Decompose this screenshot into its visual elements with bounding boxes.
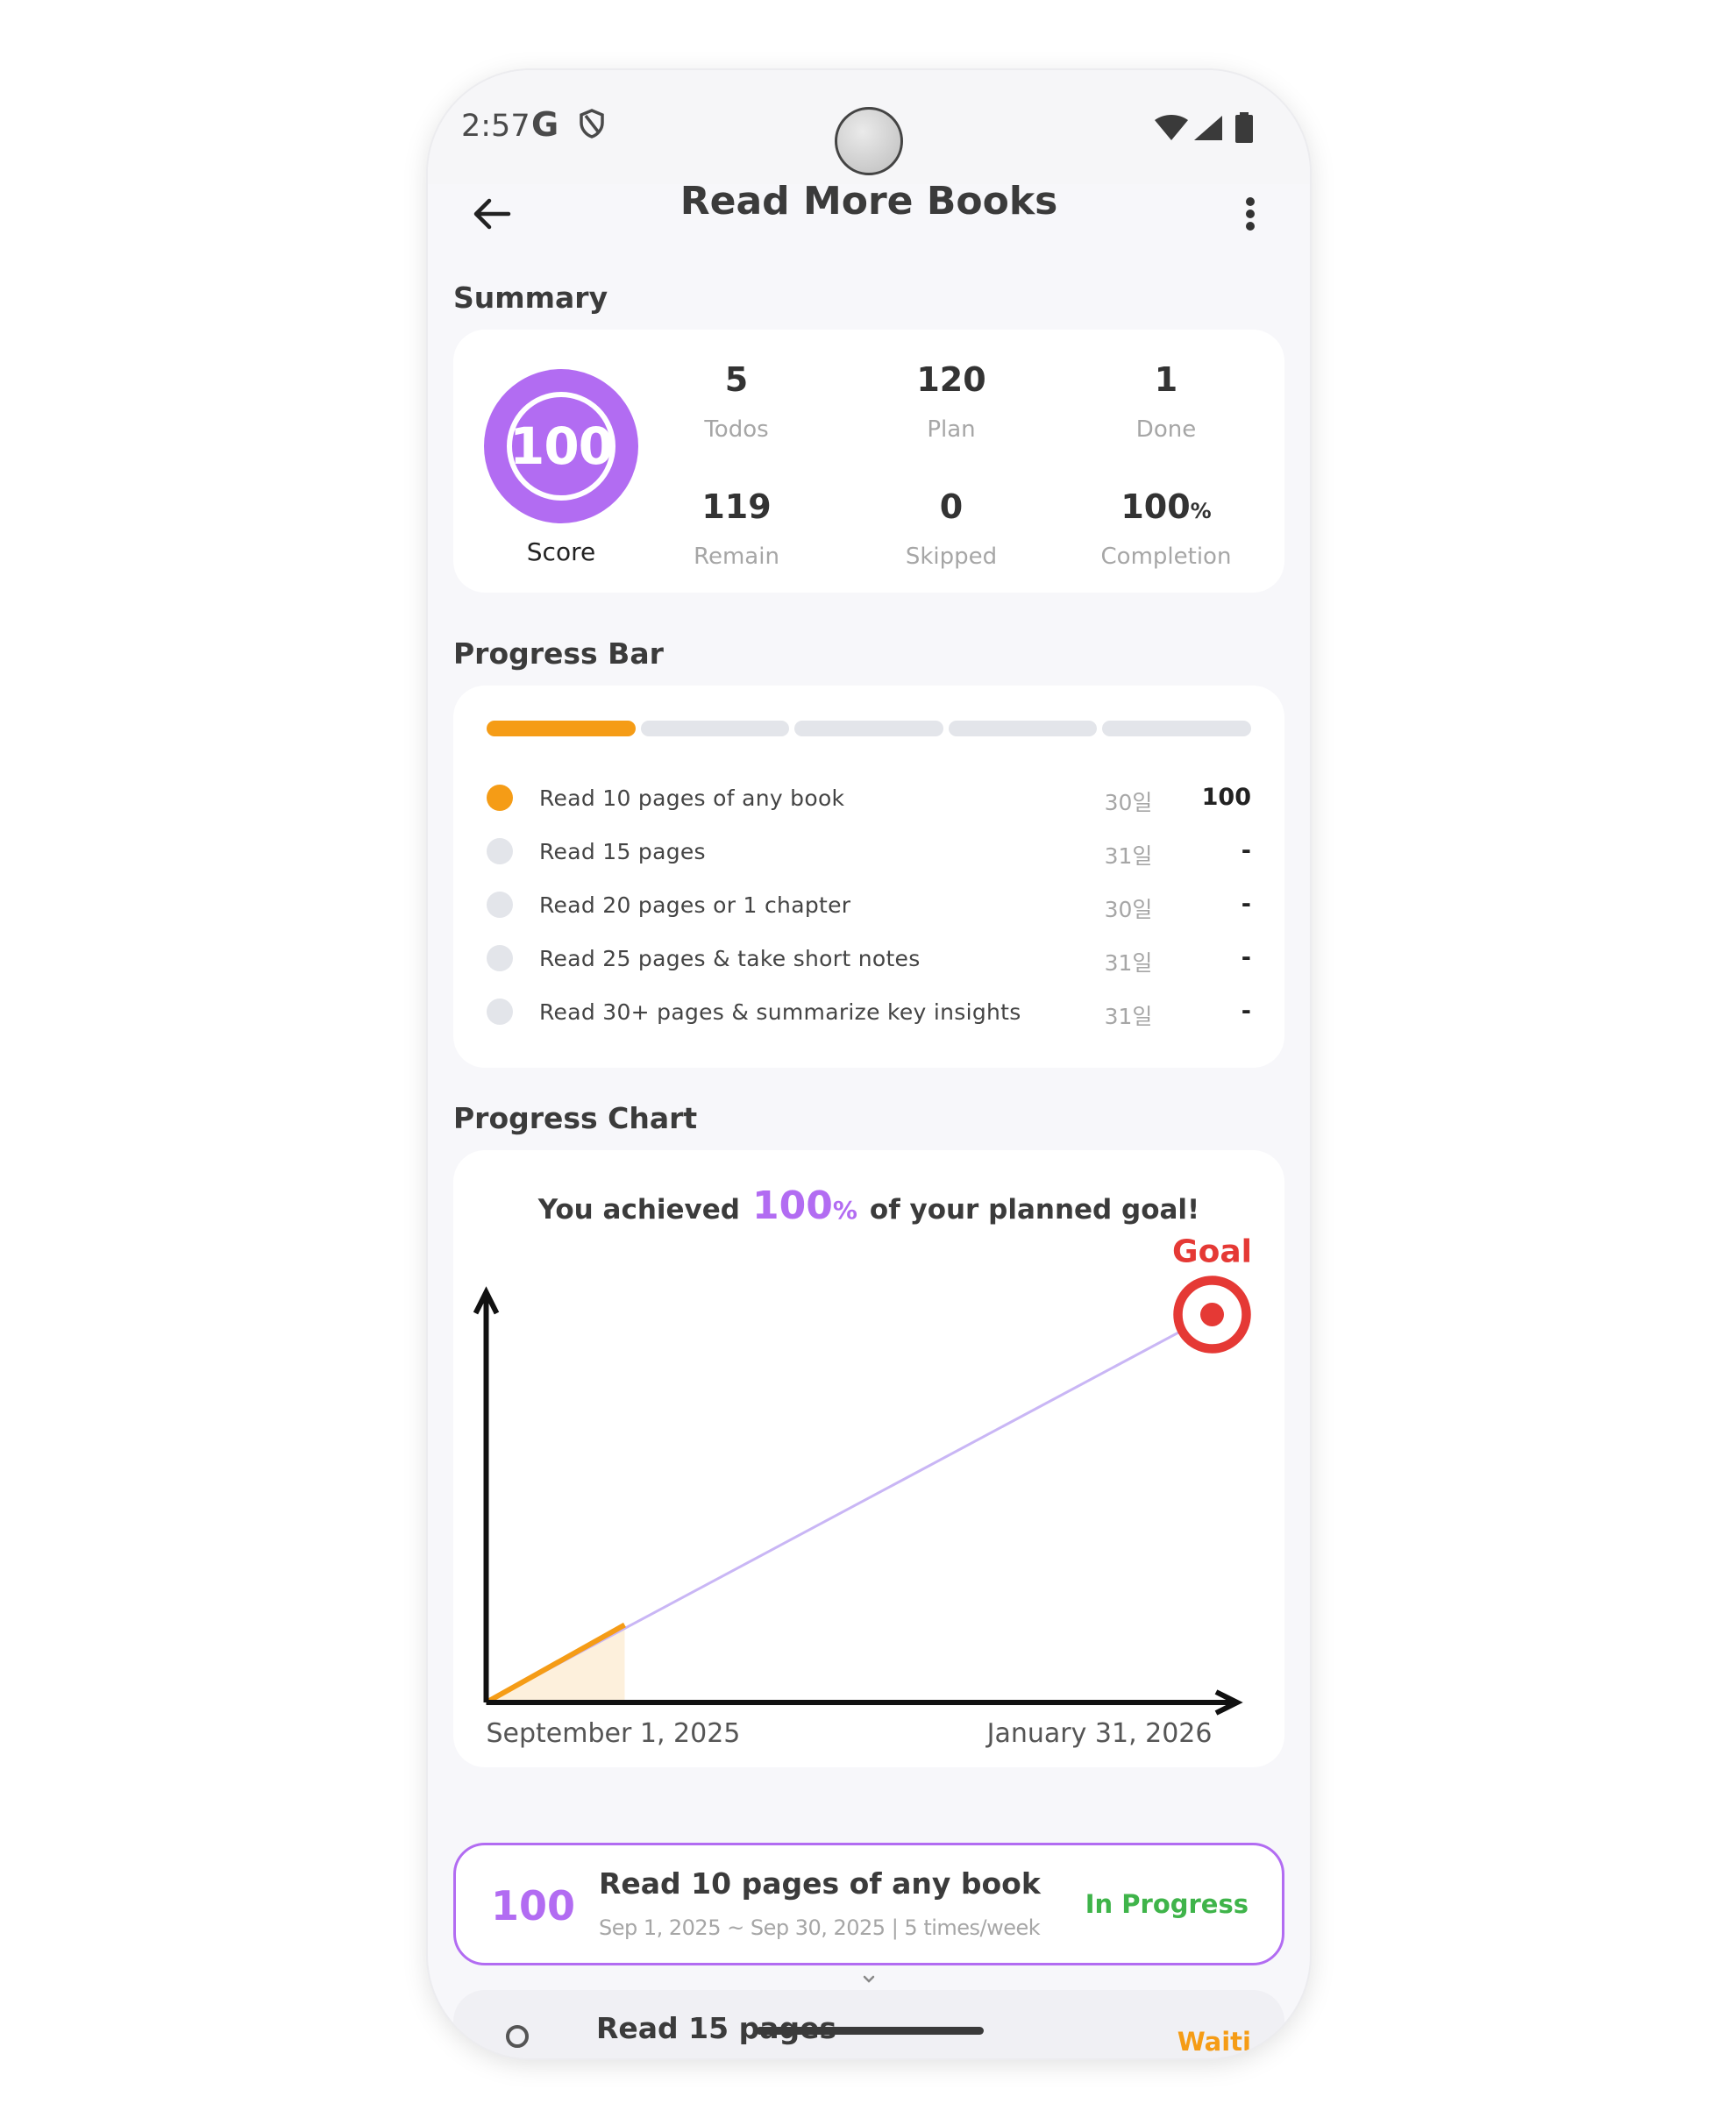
- score-value: 100: [509, 416, 614, 476]
- stat-remain: 119 Remain: [627, 487, 846, 570]
- home-indicator[interactable]: [756, 2027, 984, 2035]
- google-icon: G: [531, 105, 559, 144]
- task-row[interactable]: Read 25 pages & take short notes 31일 -: [453, 942, 1284, 977]
- more-options-button[interactable]: [1233, 184, 1268, 244]
- task-score: -: [1241, 891, 1251, 918]
- task-row[interactable]: Read 30+ pages & summarize key insights …: [453, 996, 1284, 1031]
- x-tick-label: September 1, 2025: [487, 1718, 741, 1749]
- stat-plan: 120 Plan: [842, 360, 1061, 443]
- battery-icon: [1234, 112, 1254, 147]
- chevron-down-icon[interactable]: [857, 1972, 880, 1990]
- stat-value: 119: [701, 487, 772, 526]
- task-row[interactable]: Read 10 pages of any book 30일 100: [453, 782, 1284, 817]
- progress-bar-card: Read 10 pages of any book 30일 100 Read 1…: [453, 686, 1284, 1068]
- task-score: 100: [1201, 784, 1251, 811]
- task-status-dot: [487, 999, 513, 1025]
- completion-value: 100: [1121, 487, 1191, 526]
- stat-completion: 100% Completion: [1057, 487, 1276, 570]
- task-card-score: 100: [491, 1882, 576, 1930]
- score-ring: 100: [484, 369, 638, 523]
- progress-chart-section-title: Progress Chart: [453, 1101, 698, 1135]
- task-label: Read 10 pages of any book: [539, 785, 845, 811]
- chart-plot: September 1, 2025 January 31, 2026 Goal: [473, 1234, 1252, 1749]
- stat-label: Completion: [1100, 544, 1232, 570]
- x-tick-label: January 31, 2026: [985, 1718, 1213, 1749]
- target-center: [1200, 1303, 1224, 1326]
- progress-segment: [640, 721, 790, 736]
- next-task-card[interactable]: Read 15 pages Waiti: [453, 1990, 1284, 2058]
- summary-section-title: Summary: [453, 281, 608, 315]
- signal-icon: [1192, 114, 1224, 146]
- task-status-dot: [487, 945, 513, 971]
- stat-label: Todos: [704, 416, 769, 443]
- task-status-dot: [487, 838, 513, 864]
- task-days: 30일: [1104, 897, 1153, 922]
- progress-segment: [948, 721, 1098, 736]
- task-card-title: Read 10 pages of any book: [599, 1866, 1041, 1901]
- task-label: Read 15 pages: [539, 839, 706, 864]
- goal-label: Goal: [1172, 1234, 1252, 1270]
- camera-cutout: [835, 107, 903, 175]
- status-bar: 2:57 G: [428, 70, 1310, 184]
- stat-label: Skipped: [905, 544, 998, 570]
- task-row[interactable]: Read 15 pages 31일 -: [453, 835, 1284, 871]
- current-task-card[interactable]: 100 Read 10 pages of any book Sep 1, 202…: [453, 1843, 1284, 1965]
- stat-skipped: 0 Skipped: [842, 487, 1061, 570]
- task-label: Read 25 pages & take short notes: [539, 946, 921, 971]
- progress-segment: [794, 721, 943, 736]
- stat-value: 0: [939, 487, 964, 526]
- task-row[interactable]: Read 20 pages or 1 chapter 30일 -: [453, 889, 1284, 924]
- progress-segment: [1102, 721, 1251, 736]
- stat-value: 100%: [1057, 487, 1276, 526]
- progress-segment: [487, 721, 636, 736]
- task-score: -: [1241, 944, 1251, 971]
- stat-label: Plan: [927, 416, 976, 443]
- task-days: 30일: [1104, 790, 1153, 815]
- wifi-icon: [1154, 114, 1189, 146]
- stat-done: 1 Done: [1057, 360, 1276, 443]
- more-vert-icon: [1246, 197, 1255, 231]
- status-time: 2:57: [461, 109, 530, 144]
- stat-value: 1: [1154, 360, 1178, 399]
- task-score: -: [1241, 837, 1251, 864]
- shield-icon: [579, 109, 605, 142]
- score-ring-inner: 100: [507, 392, 615, 501]
- task-label: Read 20 pages or 1 chapter: [539, 892, 851, 918]
- task-status-dot: [487, 892, 513, 918]
- next-task-status: Waiti: [1177, 2027, 1251, 2057]
- task-status-dot: [487, 785, 513, 811]
- task-card-dates: Sep 1, 2025 ~ Sep 30, 2025 | 5 times/wee…: [599, 1915, 1041, 1940]
- page-title: Read More Books: [679, 179, 1058, 224]
- progress-chart: September 1, 2025 January 31, 2026 Goal: [473, 1234, 1252, 1749]
- stat-todos: 5 Todos: [627, 360, 846, 443]
- completion-unit: %: [1190, 499, 1212, 523]
- stat-value: 5: [724, 360, 749, 399]
- stat-value: 120: [916, 360, 986, 399]
- summary-card: 100 Score 5 Todos 120 Plan 1 Done 119 Re…: [453, 330, 1284, 593]
- task-days: 31일: [1104, 1004, 1153, 1029]
- task-card-status: In Progress: [1085, 1889, 1249, 1919]
- task-score: -: [1241, 998, 1251, 1025]
- progress-chart-card: You achieved 100% of your planned goal! Se…: [453, 1150, 1284, 1767]
- progress-bar-section-title: Progress Bar: [453, 636, 664, 671]
- stat-label: Done: [1135, 416, 1197, 443]
- phone-screen: 2:57 G Read More Books Summary 100 Score: [428, 70, 1310, 2058]
- task-label: Read 30+ pages & summarize key insights: [539, 999, 1021, 1025]
- stat-label: Remain: [694, 544, 779, 570]
- task-days: 31일: [1104, 950, 1153, 976]
- timer-icon: [506, 2025, 529, 2048]
- task-days: 31일: [1104, 843, 1153, 869]
